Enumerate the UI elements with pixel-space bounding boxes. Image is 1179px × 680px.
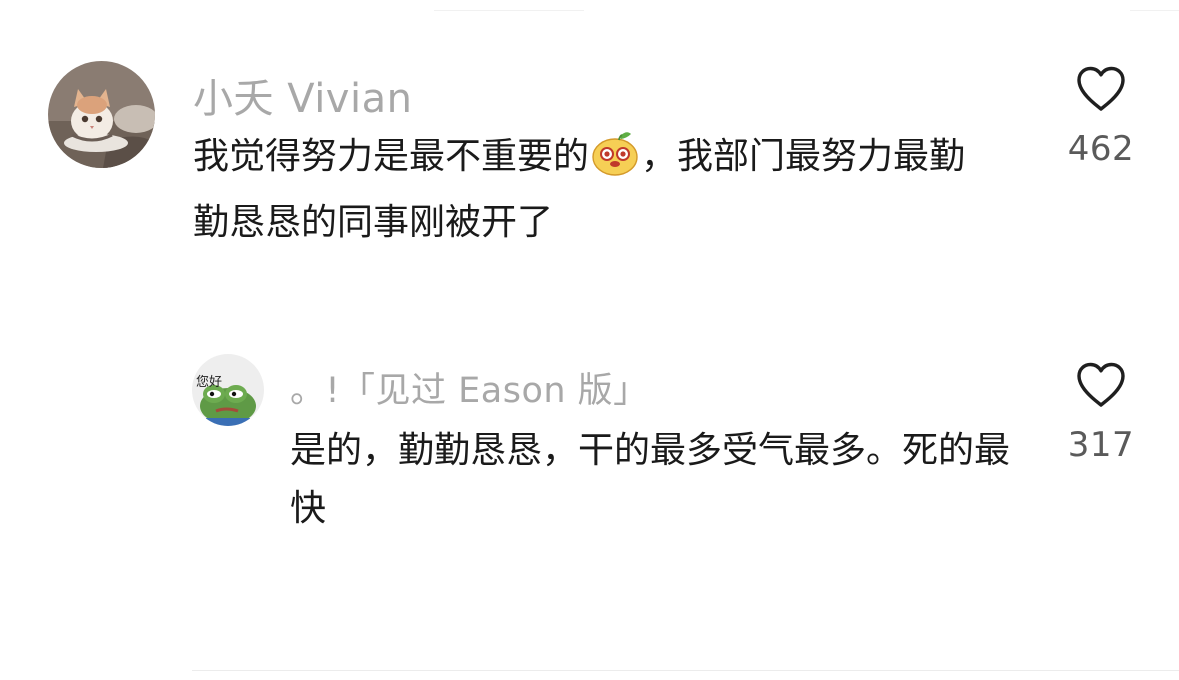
avatar[interactable]: [48, 61, 155, 168]
reply-username[interactable]: 。!「见过 Eason 版」: [290, 362, 649, 413]
frog-avatar-icon: [192, 354, 264, 426]
divider-top-right: [1130, 10, 1179, 11]
comment-text: 我觉得努力是最不重要的 ，我部门最努力最勤勤恳恳的同事刚被开了: [193, 128, 993, 253]
reply-text: 是的，勤勤恳恳，干的最多受气最多。死的最快: [290, 430, 1011, 530]
like-button[interactable]: 462: [1051, 65, 1151, 169]
avatar[interactable]: [192, 354, 264, 426]
divider-top: [434, 10, 584, 11]
divider-bottom: [192, 670, 1179, 671]
cat-avatar-icon: [48, 61, 155, 168]
mango-face-emoji-icon: [591, 130, 639, 194]
like-button[interactable]: 317: [1051, 361, 1151, 465]
like-count: 462: [1067, 129, 1135, 169]
comment-text-part1: 我觉得努力是最不重要的: [193, 136, 590, 177]
heart-icon[interactable]: [1075, 361, 1127, 409]
avatar-caption: 您好: [196, 375, 223, 390]
heart-icon[interactable]: [1075, 65, 1127, 113]
comment-username[interactable]: 小夭 Vivian: [193, 66, 412, 124]
like-count: 317: [1067, 425, 1135, 465]
